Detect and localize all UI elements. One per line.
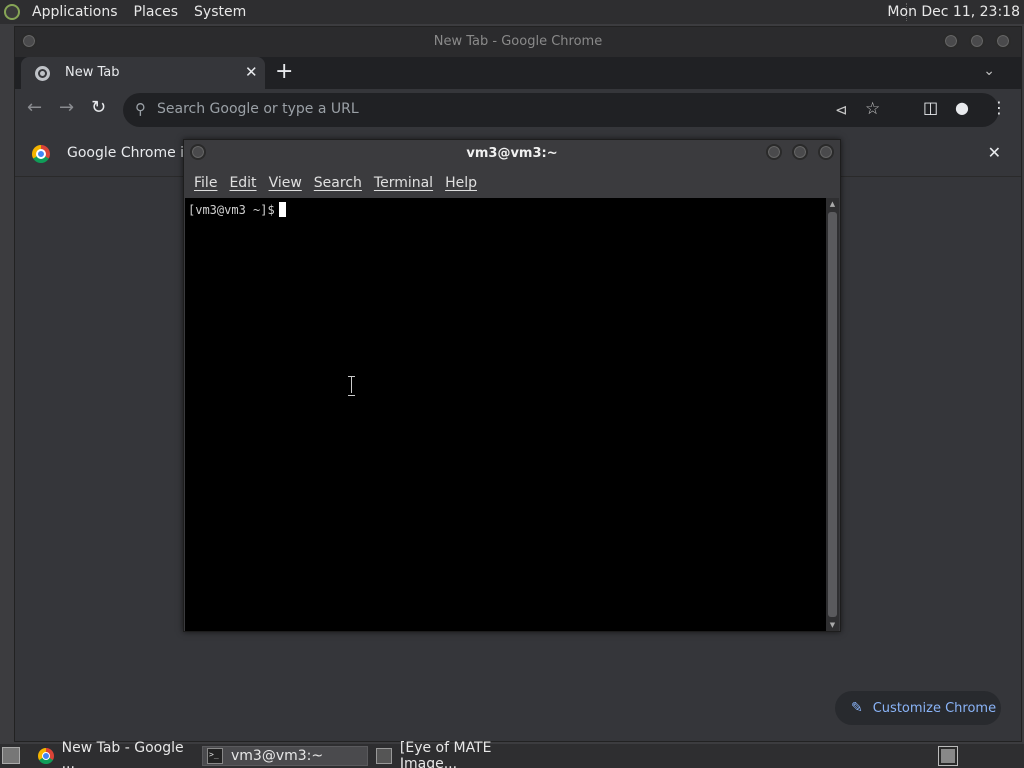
terminal-window: vm3@vm3:~ File Edit View Search Terminal… — [183, 139, 841, 632]
omnibox[interactable]: ⚲ Search Google or type a URL ⊲ ☆ — [123, 93, 999, 127]
top-panel: Applications Places System Mon Dec 11, 2… — [0, 0, 1024, 24]
terminal-icon: >_ — [207, 748, 223, 764]
minimize-button[interactable] — [943, 33, 959, 49]
chrome-toolbar: ← → ↻ ⚲ Search Google or type a URL ⊲ ☆ … — [15, 89, 1021, 129]
menu-file[interactable]: File — [188, 175, 223, 191]
places-menu[interactable]: Places — [126, 0, 187, 24]
tab-close-icon[interactable]: ✕ — [245, 63, 258, 81]
search-icon: ⚲ — [135, 100, 146, 118]
text-cursor — [278, 202, 286, 217]
terminal-screen[interactable]: [vm3@vm3 ~]$ — [185, 198, 827, 631]
forward-icon[interactable]: → — [59, 98, 74, 118]
pencil-icon: ✎ — [851, 700, 863, 716]
terminal-close-button[interactable] — [818, 144, 834, 160]
tab-strip: New Tab ✕ + ⌄ — [15, 57, 1021, 89]
close-button[interactable] — [995, 33, 1011, 49]
shell-prompt: [vm3@vm3 ~]$ — [188, 203, 275, 217]
taskbar-label: [Eye of MATE Image... — [399, 740, 492, 768]
omnibox-placeholder: Search Google or type a URL — [157, 101, 359, 117]
customize-chrome-button[interactable]: ✎ Customize Chrome — [835, 691, 1001, 725]
clock[interactable]: Mon Dec 11, 23:18 — [887, 0, 1024, 24]
taskbar-label: vm3@vm3:~ — [231, 748, 324, 764]
workspace-switcher[interactable] — [938, 746, 958, 766]
terminal-minimize-button[interactable] — [766, 144, 782, 160]
terminal-maximize-button[interactable] — [792, 144, 808, 160]
maximize-button[interactable] — [969, 33, 985, 49]
menu-terminal[interactable]: Terminal — [368, 175, 439, 191]
terminal-window-title: vm3@vm3:~ — [466, 146, 558, 161]
system-menu[interactable]: System — [186, 0, 254, 24]
terminal-menubar: File Edit View Search Terminal Help — [184, 170, 840, 196]
side-panel-icon[interactable]: ◫ — [923, 98, 938, 118]
taskbar-item-terminal[interactable]: >_ vm3@vm3:~ — [202, 746, 368, 766]
new-tab-button[interactable]: + — [275, 59, 293, 84]
menu-view[interactable]: View — [263, 175, 308, 191]
shell-prompt-line: [vm3@vm3 ~]$ — [188, 202, 286, 217]
scrollbar-thumb[interactable] — [828, 212, 837, 617]
chrome-icon — [38, 748, 54, 764]
back-icon[interactable]: ← — [27, 98, 42, 118]
scroll-up-arrow-icon[interactable]: ▲ — [826, 200, 839, 208]
taskbar-item-image-viewer[interactable]: [Eye of MATE Image... — [372, 740, 552, 768]
reload-icon[interactable]: ↻ — [91, 98, 106, 118]
mate-logo-icon[interactable] — [0, 0, 24, 24]
show-desktop-icon[interactable] — [2, 747, 20, 764]
menu-edit[interactable]: Edit — [223, 175, 262, 191]
tab-search-chevron-icon[interactable]: ⌄ — [983, 63, 995, 79]
ibeam-cursor-icon — [348, 376, 356, 396]
bottom-panel: New Tab - Google ... >_ vm3@vm3:~ [Eye o… — [0, 740, 1024, 768]
taskbar-label: New Tab - Google ... — [61, 740, 184, 768]
terminal-titlebar[interactable]: vm3@vm3:~ — [184, 140, 840, 168]
infobar-message: Google Chrome isn — [67, 145, 201, 161]
more-menu-icon[interactable]: ⋮ — [991, 98, 1007, 118]
chrome-titlebar[interactable]: New Tab - Google Chrome — [15, 27, 1021, 59]
applications-menu[interactable]: Applications — [24, 0, 126, 24]
menu-help[interactable]: Help — [439, 175, 483, 191]
profile-avatar-icon[interactable]: ● — [955, 98, 969, 118]
tab-label: New Tab — [65, 65, 120, 80]
scroll-down-arrow-icon[interactable]: ▼ — [826, 621, 839, 629]
share-icon[interactable]: ⊲ — [835, 100, 848, 120]
terminal-scrollbar[interactable]: ▲ ▼ — [826, 198, 839, 631]
tab-new-tab[interactable]: New Tab ✕ — [21, 57, 265, 89]
image-viewer-icon — [376, 748, 392, 764]
chrome-favicon-icon — [35, 66, 50, 81]
bookmark-star-icon[interactable]: ☆ — [865, 99, 880, 119]
menu-search[interactable]: Search — [308, 175, 368, 191]
taskbar-item-chrome[interactable]: New Tab - Google ... — [34, 740, 198, 768]
infobar-close-icon[interactable]: ✕ — [988, 143, 1001, 162]
customize-label: Customize Chrome — [872, 700, 997, 716]
chrome-window-title: New Tab - Google Chrome — [433, 34, 603, 49]
chrome-logo-icon — [32, 145, 50, 163]
